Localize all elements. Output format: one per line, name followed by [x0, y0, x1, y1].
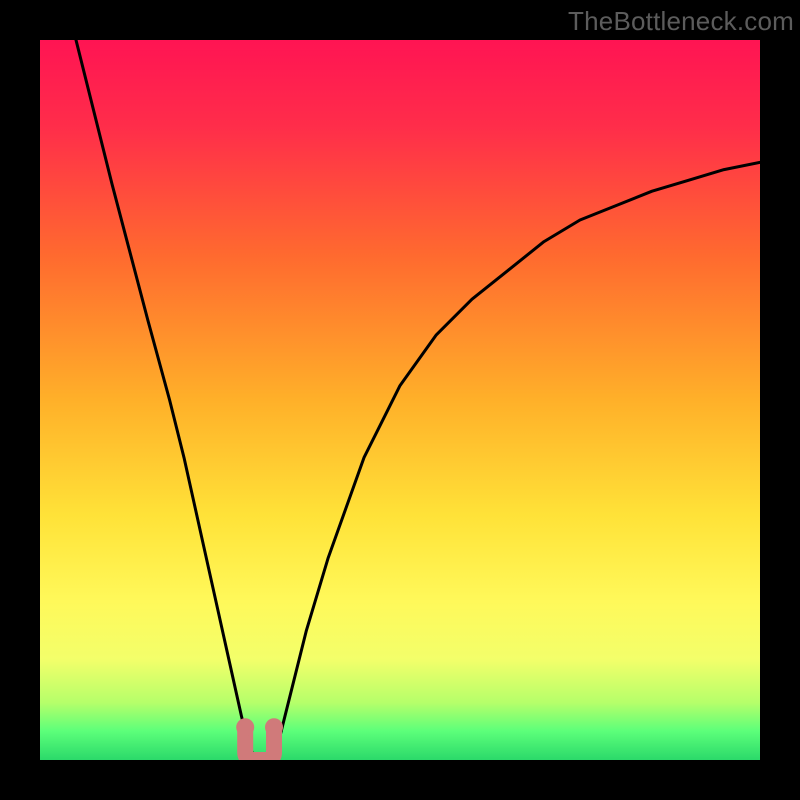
watermark-text: TheBottleneck.com [568, 6, 794, 37]
plot-area [40, 40, 760, 760]
chart-frame: TheBottleneck.com [0, 0, 800, 800]
dip-endpoint-dot [236, 718, 254, 736]
gradient-background [40, 40, 760, 760]
dip-endpoint-dot [265, 718, 283, 736]
chart-svg [40, 40, 760, 760]
